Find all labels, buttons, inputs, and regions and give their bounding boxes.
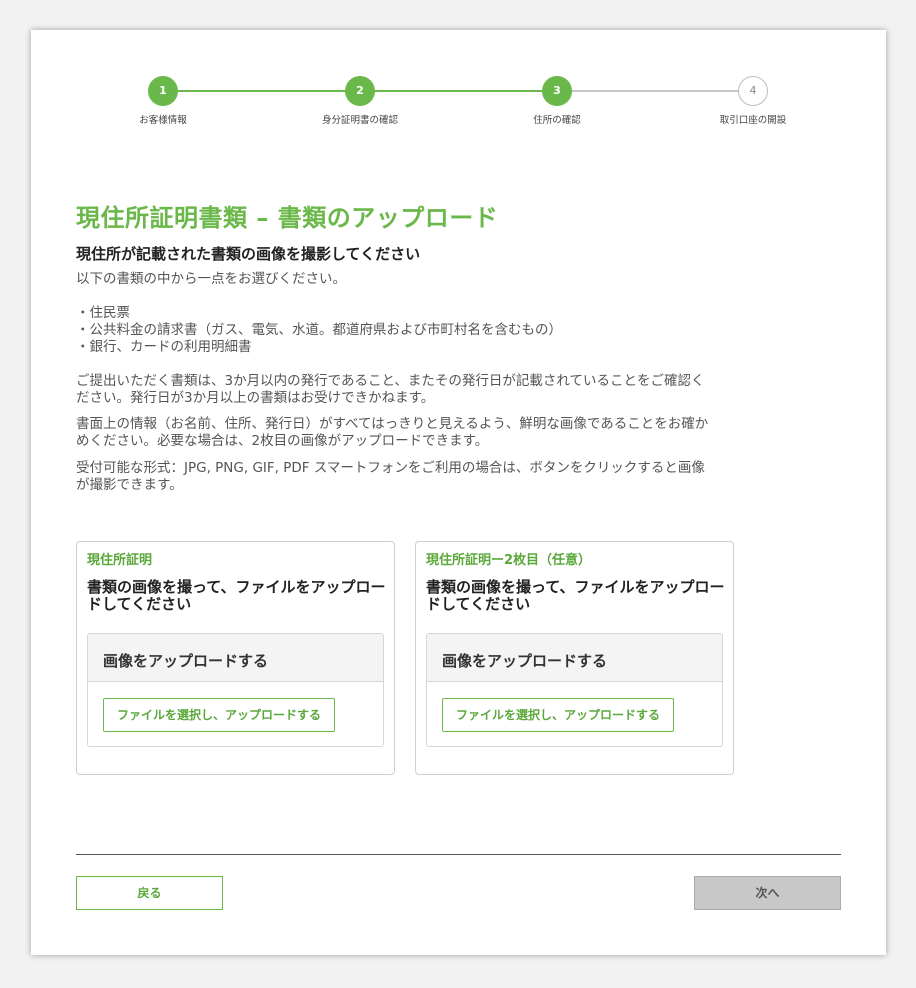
back-button[interactable]: 戻る [76, 876, 223, 910]
upload-box-title: 画像をアップロードする [88, 634, 383, 682]
intro-text: 以下の書類の中から一点をお選びください。 [76, 271, 346, 287]
step-4: 4 取引口座の開設 [673, 76, 833, 126]
step-label: 身分証明書の確認 [321, 115, 398, 126]
clarity-note: 書面上の情報（お名前、住所、発行日）がすべてはっきりと見えるよう、鮮明な画像であ… [76, 416, 709, 449]
step-number: 2 [345, 76, 375, 106]
upload-box: 画像をアップロードする ファイルを選択し、アップロードする [87, 633, 384, 747]
format-note: 受付可能な形式：JPG, PNG, GIF, PDF スマートフォンをご利用の場… [76, 460, 705, 493]
upload-card-heading: 書類の画像を撮って、ファイルをアップロードしてください [87, 578, 386, 613]
step-number: 1 [148, 76, 178, 106]
progress-stepper: 1 お客様情報 2 身分証明書の確認 3 住所の確認 4 取引口座の開設 [31, 30, 886, 140]
upload-card-heading: 書類の画像を撮って、ファイルをアップロードしてください [426, 578, 725, 613]
document-item: ・銀行、カードの利用明細書 [76, 339, 252, 355]
page-subtitle: 現住所が記載された書類の画像を撮影してください [76, 245, 421, 263]
step-3: 3 住所の確認 [477, 76, 637, 126]
step-label: お客様情報 [139, 115, 187, 126]
upload-box-title: 画像をアップロードする [427, 634, 722, 682]
select-file-upload-button[interactable]: ファイルを選択し、アップロードする [103, 698, 335, 732]
select-file-upload-button-second[interactable]: ファイルを選択し、アップロードする [442, 698, 674, 732]
step-label: 住所の確認 [533, 115, 581, 126]
page-title: 現住所証明書類 – 書類のアップロード [76, 204, 499, 232]
document-item: ・公共料金の請求書（ガス、電気、水道。都道府県および市町村名を含むもの） [76, 322, 562, 338]
step-label: 取引口座の開設 [719, 115, 787, 126]
next-button[interactable]: 次へ [694, 876, 841, 910]
upload-box: 画像をアップロードする ファイルを選択し、アップロードする [426, 633, 723, 747]
upload-card-primary: 現住所証明 書類の画像を撮って、ファイルをアップロードしてください 画像をアップ… [76, 541, 395, 775]
upload-card-title: 現住所証明ー2枚目（任意） [426, 553, 592, 568]
step-1: 1 お客様情報 [83, 76, 243, 126]
main-card: 1 お客様情報 2 身分証明書の確認 3 住所の確認 4 取引口座の開設 現住所… [31, 30, 886, 955]
issue-date-note: ご提出いただく書類は、3か月以内の発行であること、またその発行日が記載されている… [76, 373, 705, 406]
step-2: 2 身分証明書の確認 [280, 76, 440, 126]
step-number: 3 [542, 76, 572, 106]
document-item: ・住民票 [76, 305, 130, 321]
step-number: 4 [738, 76, 768, 106]
footer-divider [76, 854, 841, 855]
upload-card-title: 現住所証明 [87, 553, 153, 568]
upload-card-secondary: 現住所証明ー2枚目（任意） 書類の画像を撮って、ファイルをアップロードしてくださ… [415, 541, 734, 775]
